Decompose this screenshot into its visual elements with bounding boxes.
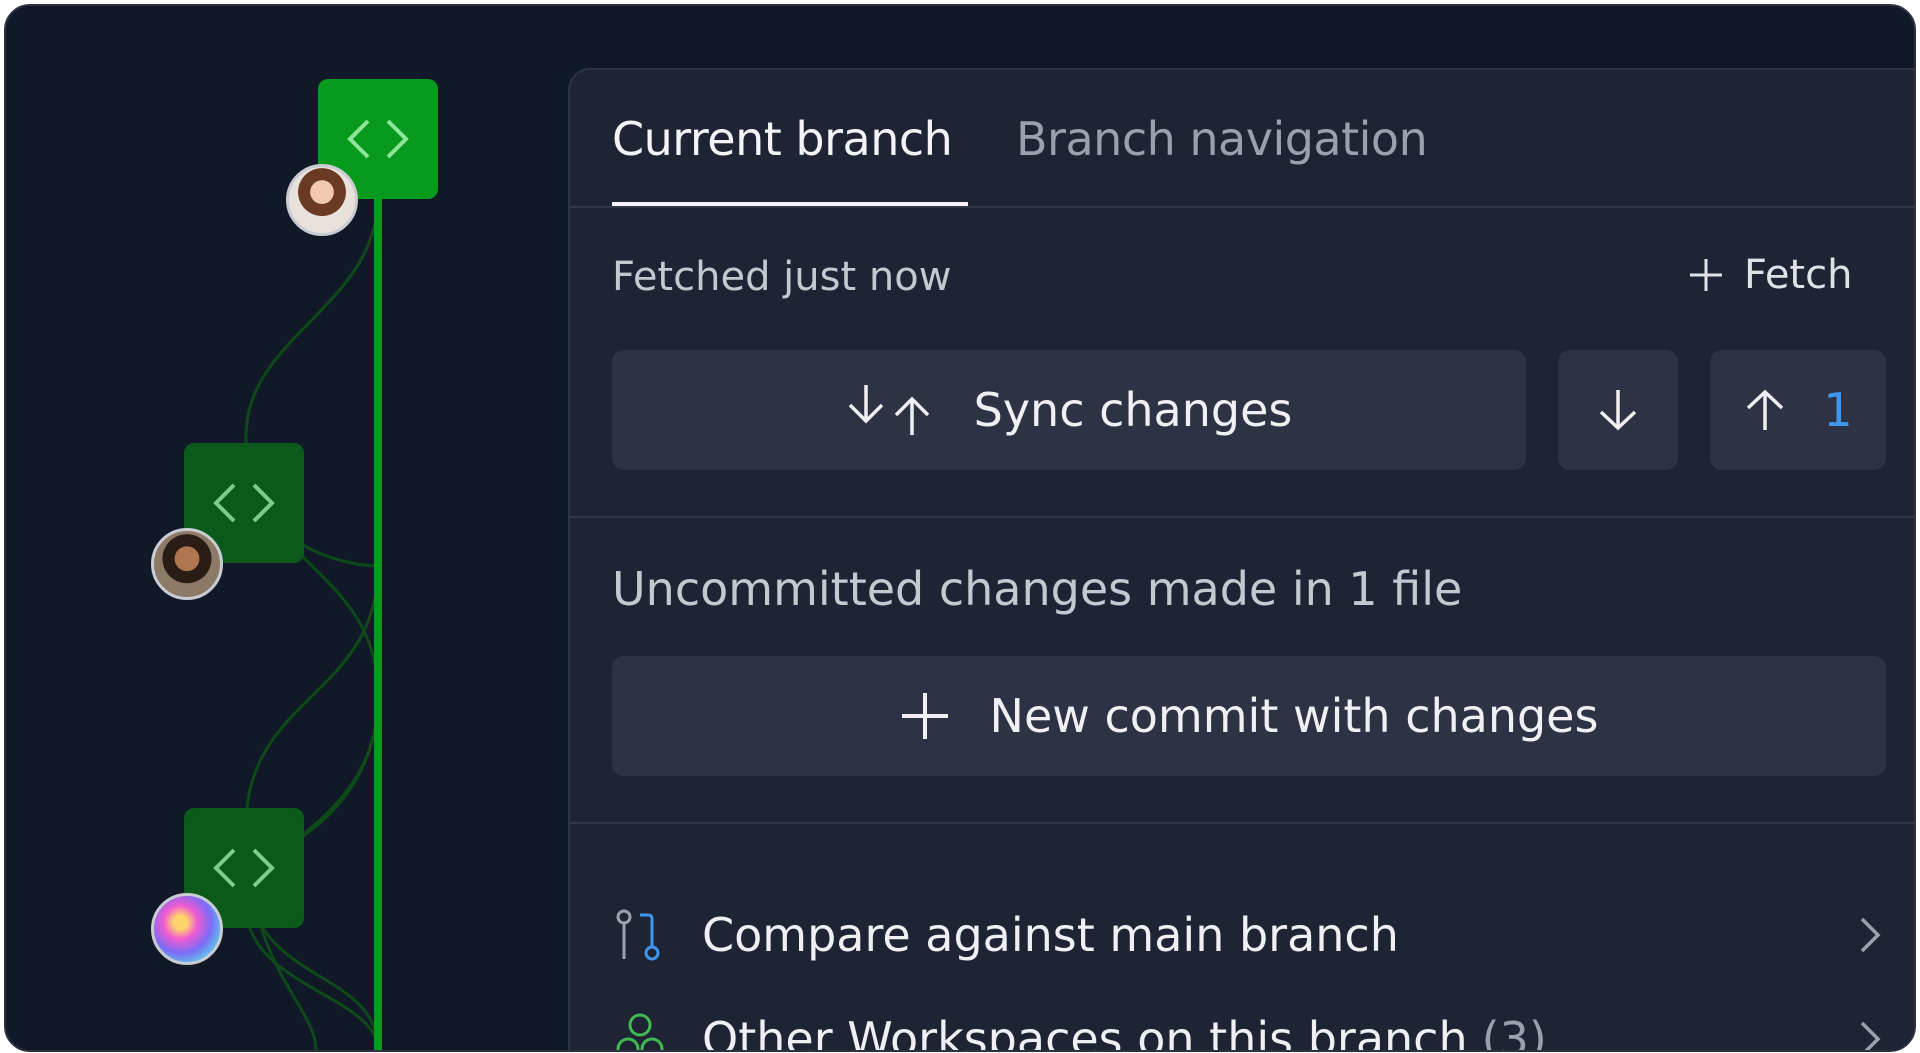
- fetch-status: Fetched just now: [612, 254, 952, 300]
- compare-branch-icon: [616, 909, 660, 961]
- compare-main-branch-link[interactable]: Compare against main branch: [612, 890, 1902, 980]
- avatar-user-2[interactable]: [151, 528, 223, 600]
- branch-panel: Current branch Branch navigation Fetched…: [568, 68, 1914, 1052]
- sync-changes-button[interactable]: Sync changes: [612, 350, 1526, 470]
- compare-label: Compare against main branch: [702, 908, 1399, 962]
- active-tab-indicator: [612, 202, 968, 206]
- tab-branch-navigation[interactable]: Branch navigation: [1016, 112, 1428, 166]
- push-button[interactable]: 1: [1710, 350, 1886, 470]
- sync-arrows-icon: [848, 385, 929, 435]
- workspaces-count: (3): [1481, 1012, 1547, 1052]
- commit-graph: [6, 6, 566, 1050]
- pull-button[interactable]: [1558, 350, 1678, 470]
- new-commit-button[interactable]: New commit with changes: [612, 656, 1886, 776]
- code-icon: [213, 848, 275, 888]
- new-commit-label: New commit with changes: [989, 689, 1599, 743]
- arrow-down-icon: [1599, 390, 1637, 431]
- tab-bar: Current branch Branch navigation: [570, 70, 1914, 208]
- code-icon: [347, 119, 409, 159]
- plus-icon: [1690, 259, 1722, 291]
- fetch-label: Fetch: [1744, 252, 1853, 298]
- app-window: Current branch Branch navigation Fetched…: [4, 4, 1916, 1052]
- code-icon: [213, 483, 275, 523]
- sync-label: Sync changes: [973, 383, 1293, 437]
- chevron-right-icon: [1860, 1021, 1881, 1050]
- fetch-button[interactable]: Fetch: [1688, 246, 1852, 304]
- push-count: 1: [1823, 383, 1853, 437]
- section-divider: [570, 822, 1914, 824]
- workspaces-label: Other Workspaces on this branch: [702, 1012, 1468, 1052]
- arrow-up-icon: [1747, 389, 1784, 430]
- other-workspaces-link[interactable]: Other Workspaces on this branch (3): [612, 994, 1902, 1052]
- ai-assistant-avatar[interactable]: [151, 893, 223, 965]
- uncommitted-summary: Uncommitted changes made in 1 file: [612, 562, 1463, 616]
- plus-icon: [901, 693, 948, 739]
- tab-current-branch[interactable]: Current branch: [612, 112, 953, 166]
- workspaces-icon: [616, 1013, 664, 1050]
- avatar-user-1[interactable]: [286, 164, 358, 236]
- chevron-right-icon: [1860, 917, 1881, 953]
- section-divider: [570, 516, 1914, 518]
